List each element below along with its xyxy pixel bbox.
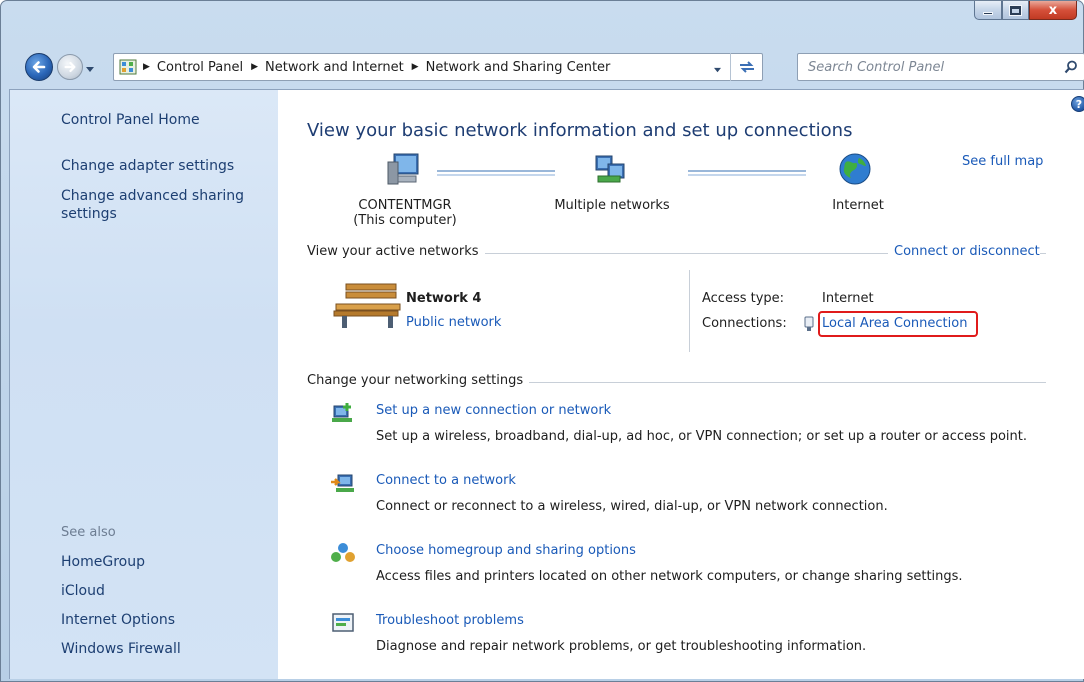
map-node-computer: CONTENTMGR (This computer)	[350, 198, 460, 228]
breadcrumb-chevron-icon: ▶	[411, 62, 419, 72]
sidebar-item-control-panel-home[interactable]: Control Panel Home	[61, 112, 200, 128]
close-button[interactable]: x	[1029, 1, 1077, 20]
search-input[interactable]: Search Control Panel	[808, 60, 944, 75]
minimize-icon	[983, 11, 993, 15]
address-bar[interactable]: ▶ Control Panel ▶ Network and Internet ▶…	[113, 53, 763, 81]
task-link-troubleshoot[interactable]: Troubleshoot problems	[376, 613, 524, 628]
help-icon[interactable]: ?	[1071, 96, 1084, 112]
recent-pages-button[interactable]	[85, 63, 95, 78]
task-desc-new-connection: Set up a wireless, broadband, dial-up, a…	[376, 429, 1028, 444]
task-link-homegroup[interactable]: Choose homegroup and sharing options	[376, 543, 636, 558]
connect-network-icon	[331, 474, 354, 492]
new-connection-icon	[332, 403, 352, 422]
breadcrumb-chevron-icon: ▶	[143, 62, 150, 72]
maximize-button[interactable]	[1002, 1, 1029, 20]
client-area: Control Panel Home Change adapter settin…	[9, 89, 1084, 679]
control-panel-icon	[119, 58, 137, 76]
network-type-link[interactable]: Public network	[406, 315, 501, 330]
sidebar: Control Panel Home Change adapter settin…	[10, 90, 278, 679]
forward-arrow-icon	[64, 61, 76, 73]
connect-disconnect-link[interactable]: Connect or disconnect	[888, 244, 1040, 259]
task-desc-connect-network: Connect or reconnect to a wireless, wire…	[376, 499, 888, 514]
sidebar-item-internet-options[interactable]: Internet Options	[61, 612, 175, 628]
computer-sub: (This computer)	[353, 213, 457, 228]
sidebar-item-icloud[interactable]: iCloud	[61, 583, 105, 599]
connections-label: Connections:	[702, 316, 787, 331]
access-type-value: Internet	[822, 291, 874, 306]
ethernet-icon	[804, 316, 814, 331]
troubleshoot-icon	[332, 613, 354, 632]
back-arrow-icon	[32, 61, 46, 73]
close-icon: x	[1048, 2, 1058, 18]
task-desc-homegroup: Access files and printers located on oth…	[376, 569, 963, 584]
caption-buttons: x	[974, 1, 1077, 20]
vertical-divider	[689, 270, 690, 352]
sidebar-item-adapter-settings[interactable]: Change adapter settings	[61, 158, 234, 174]
task-desc-troubleshoot: Diagnose and repair network problems, or…	[376, 639, 867, 654]
navigation-bar: ▶ Control Panel ▶ Network and Internet ▶…	[1, 49, 1084, 87]
search-icon[interactable]	[1064, 60, 1078, 74]
sidebar-item-advanced-sharing-cont[interactable]: settings	[61, 206, 117, 222]
map-connection-line	[437, 170, 555, 176]
task-link-connect-network[interactable]: Connect to a network	[376, 473, 516, 488]
multiple-networks-icon[interactable]	[592, 152, 628, 186]
sidebar-item-advanced-sharing[interactable]: Change advanced sharing	[61, 188, 244, 204]
breadcrumb-chevron-icon: ▶	[251, 62, 259, 72]
task-link-new-connection[interactable]: Set up a new connection or network	[376, 403, 611, 418]
map-node-internet: Internet	[832, 198, 884, 213]
main-content: ? View your basic network information an…	[278, 90, 1084, 679]
address-history-button[interactable]	[713, 63, 722, 78]
maximize-icon	[1009, 4, 1022, 16]
homegroup-icon	[331, 543, 355, 562]
chevron-down-icon	[714, 67, 721, 73]
see-also-heading: See also	[61, 525, 116, 540]
map-connection-line	[688, 170, 806, 176]
see-full-map-link[interactable]: See full map	[962, 154, 1043, 169]
highlight-annotation	[818, 311, 978, 337]
refresh-button[interactable]	[730, 53, 762, 81]
refresh-icon	[739, 61, 754, 73]
computer-icon[interactable]	[386, 152, 422, 186]
page-title: View your basic network information and …	[307, 120, 853, 141]
breadcrumb-sharing-center[interactable]: Network and Sharing Center	[426, 60, 611, 75]
window-frame: x ▶ Control Panel ▶ Network and Internet…	[0, 0, 1084, 682]
map-node-networks: Multiple networks	[554, 198, 670, 213]
breadcrumb-network-internet[interactable]: Network and Internet	[265, 60, 404, 75]
minimize-button[interactable]	[974, 1, 1002, 20]
chevron-down-icon	[86, 67, 94, 72]
network-name: Network 4	[406, 291, 482, 306]
globe-icon[interactable]	[838, 152, 872, 186]
forward-button[interactable]	[57, 54, 83, 80]
sidebar-item-windows-firewall[interactable]: Windows Firewall	[61, 641, 181, 657]
public-network-bench-icon	[333, 283, 401, 328]
sidebar-item-homegroup[interactable]: HomeGroup	[61, 554, 145, 570]
access-type-label: Access type:	[702, 291, 785, 306]
search-box[interactable]: Search Control Panel	[797, 53, 1084, 81]
active-networks-heading: View your active networks	[307, 244, 485, 259]
title-bar: x	[1, 1, 1083, 47]
breadcrumb-control-panel[interactable]: Control Panel	[157, 60, 243, 75]
change-settings-heading: Change your networking settings	[307, 373, 530, 388]
computer-name: CONTENTMGR	[358, 198, 452, 213]
back-button[interactable]	[25, 53, 53, 81]
